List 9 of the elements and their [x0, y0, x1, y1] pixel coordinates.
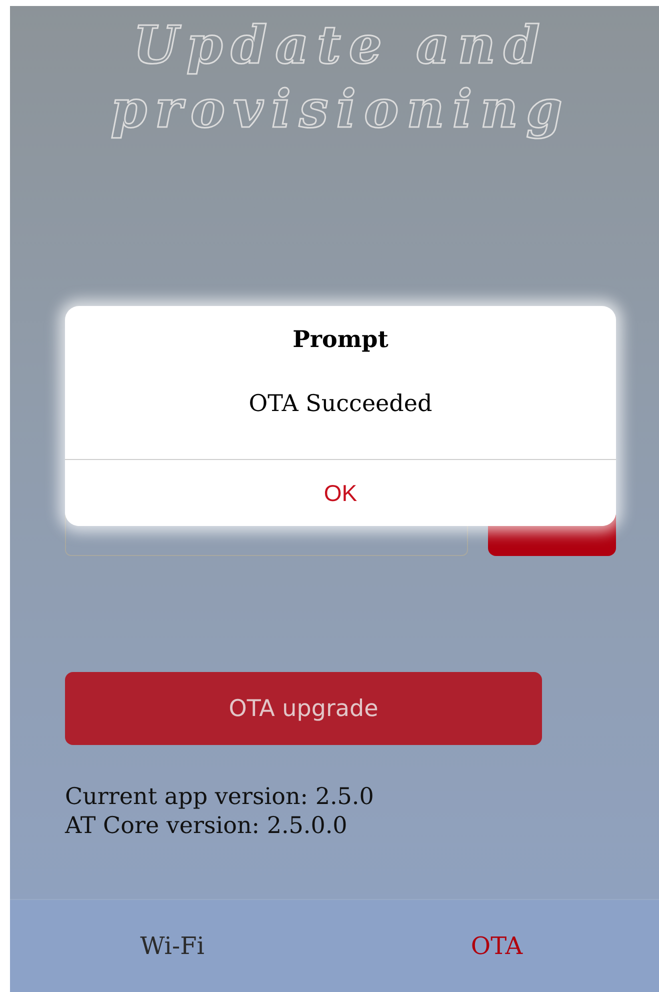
version-text: AT Core version: 2.5.0.0	[65, 812, 348, 841]
dialog-title: Prompt	[292, 326, 388, 353]
bottom-tab[interactable]: OTA	[334, 900, 659, 992]
page-title: Update and provisioning	[110, 14, 572, 142]
version-text: Current app version: 2.5.0	[65, 783, 374, 812]
bottom-tab[interactable]: Wi-Fi	[10, 900, 334, 992]
dialog-message: OTA Succeeded	[248, 391, 432, 417]
ok-button[interactable]: OK	[65, 459, 616, 526]
ota-upgrade-button[interactable]: OTA upgrade	[65, 672, 542, 745]
